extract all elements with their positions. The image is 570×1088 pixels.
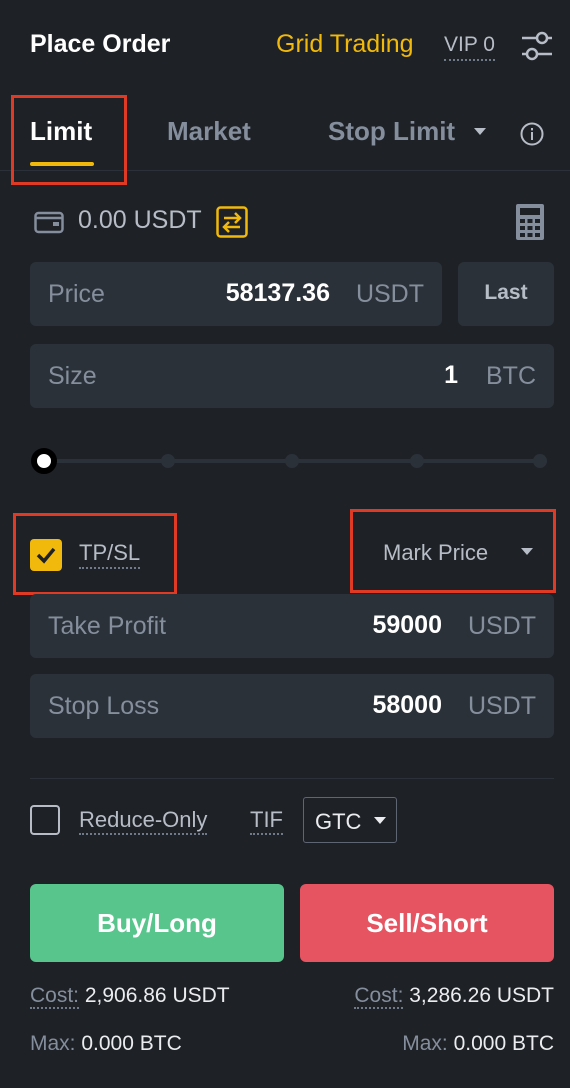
stop-loss-value[interactable]: 58000 xyxy=(372,691,442,720)
take-profit-unit: USDT xyxy=(467,612,536,640)
reduce-only-checkbox[interactable] xyxy=(30,805,60,835)
size-value[interactable]: 1 xyxy=(444,361,458,390)
buy-max-label: Max: xyxy=(30,1032,76,1055)
vip-level-badge[interactable]: VIP 0 xyxy=(444,33,495,61)
size-unit: BTC xyxy=(486,362,536,390)
last-price-button[interactable]: Last xyxy=(458,262,554,326)
slider-step-50[interactable] xyxy=(285,454,299,468)
tif-label: TIF xyxy=(250,807,283,835)
sell-short-button[interactable]: Sell/Short xyxy=(300,884,554,962)
sliders-settings-icon[interactable] xyxy=(520,30,554,62)
buy-cost-label: Cost: xyxy=(30,984,80,1009)
highlight-box-limit xyxy=(11,95,127,185)
tab-stop-limit[interactable]: Stop Limit xyxy=(328,116,455,147)
sell-cost: Cost: 3,286.26 USDT xyxy=(354,984,554,1009)
calculator-icon[interactable] xyxy=(515,203,545,241)
buy-cost-value: 2,906.86 USDT xyxy=(84,984,230,1007)
stop-loss-label: Stop Loss xyxy=(48,692,160,720)
section-divider xyxy=(30,778,554,779)
tab-market[interactable]: Market xyxy=(167,116,251,147)
buy-max-value: 0.000 BTC xyxy=(81,1032,182,1055)
stop-loss-unit: USDT xyxy=(467,692,536,720)
transfer-icon[interactable] xyxy=(216,206,248,238)
take-profit-label: Take Profit xyxy=(48,612,167,640)
price-input[interactable]: Price 58137.36 USDT xyxy=(30,262,442,326)
info-icon[interactable] xyxy=(520,122,544,146)
take-profit-value[interactable]: 59000 xyxy=(372,611,442,640)
wallet-icon xyxy=(34,210,64,234)
last-price-label: Last xyxy=(484,281,528,304)
price-unit: USDT xyxy=(355,280,424,308)
price-label: Price xyxy=(48,280,105,308)
buy-max: Max: 0.000 BTC xyxy=(30,1032,182,1056)
sell-max: Max: 0.000 BTC xyxy=(402,1032,554,1056)
take-profit-input[interactable]: Take Profit 59000 USDT xyxy=(30,594,554,658)
slider-step-75[interactable] xyxy=(410,454,424,468)
buy-long-button[interactable]: Buy/Long xyxy=(30,884,284,962)
sell-cost-value: 3,286.26 USDT xyxy=(409,984,554,1007)
price-value[interactable]: 58137.36 xyxy=(226,279,330,308)
grid-trading-link[interactable]: Grid Trading xyxy=(276,30,414,59)
available-balance: 0.00 USDT xyxy=(78,206,202,234)
highlight-box-mark-price xyxy=(350,509,556,593)
slider-step-25[interactable] xyxy=(161,454,175,468)
sell-cost-label: Cost: xyxy=(354,984,404,1009)
sell-max-label: Max: xyxy=(402,1032,448,1055)
size-slider-handle[interactable] xyxy=(31,448,57,474)
size-label: Size xyxy=(48,362,97,390)
chevron-down-icon xyxy=(374,817,386,824)
stop-loss-input[interactable]: Stop Loss 58000 USDT xyxy=(30,674,554,738)
slider-step-100[interactable] xyxy=(533,454,547,468)
buy-cost: Cost: 2,906.86 USDT xyxy=(30,984,230,1009)
page-title: Place Order xyxy=(30,30,171,58)
chevron-down-icon[interactable] xyxy=(474,128,486,135)
sell-max-value: 0.000 BTC xyxy=(453,1032,554,1055)
size-input[interactable]: Size 1 BTC xyxy=(30,344,554,408)
tif-select[interactable]: GTC xyxy=(303,797,397,843)
tif-value: GTC xyxy=(315,809,362,834)
highlight-box-tpsl xyxy=(13,513,177,595)
reduce-only-label[interactable]: Reduce-Only xyxy=(79,807,208,835)
